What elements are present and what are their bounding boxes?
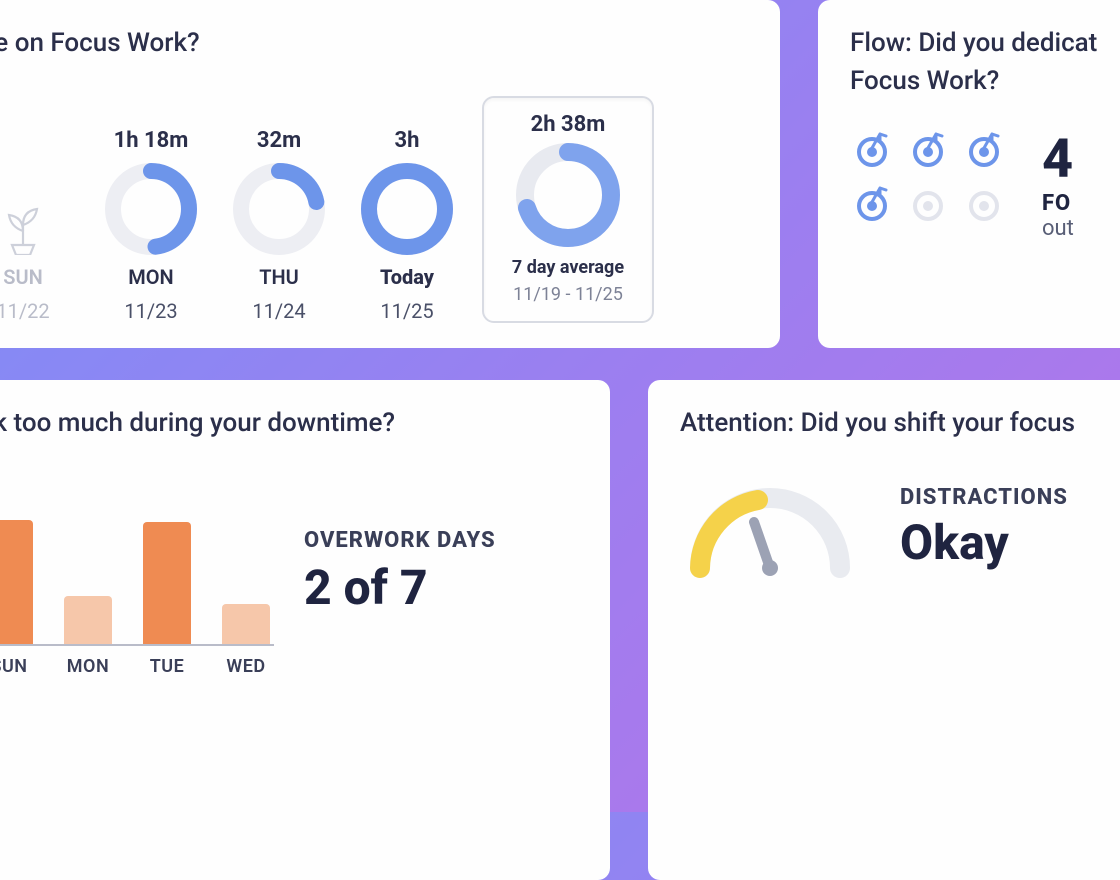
target-hit-icon <box>962 128 1006 172</box>
flow-body: 4 FO out <box>850 124 1120 241</box>
overwork-card: you work too much during your downtime? … <box>0 380 610 880</box>
focus-day-label: SUN <box>3 265 43 289</box>
focus-average-box: 2h 38m 7 day average 11/19 - 11/25 <box>482 96 654 323</box>
overwork-summary-value: 2 of 7 <box>304 559 496 616</box>
attention-card-title: Attention: Did you shift your focus <box>680 408 1120 438</box>
gauge-icon <box>680 468 860 588</box>
focus-average-value: 2h 38m <box>531 112 606 137</box>
overwork-bar <box>218 604 274 644</box>
target-hit-icon <box>906 128 950 172</box>
progress-ring-icon <box>361 163 453 255</box>
focus-day-label: Today <box>380 265 434 289</box>
flow-card-title-line2: Focus Work? <box>850 66 1120 96</box>
bar-icon <box>143 522 191 644</box>
target-hit-icon <box>850 128 894 172</box>
flow-count: 4 <box>1042 128 1074 191</box>
flow-targets-icons <box>850 128 1014 226</box>
overwork-summary-label: OVERWORK DAYS <box>304 528 496 553</box>
attention-card: Attention: Did you shift your focus DIST… <box>648 380 1120 880</box>
focus-day-value: 3h <box>395 125 420 153</box>
bar-icon <box>64 596 112 644</box>
overwork-chart: SATSUNMONTUEWED <box>0 466 274 677</box>
overwork-bar <box>0 520 37 644</box>
overwork-bar-label: WED <box>218 656 274 677</box>
attention-value: Okay <box>900 514 1068 571</box>
overwork-bar <box>60 596 116 644</box>
overwork-summary: OVERWORK DAYS 2 of 7 <box>304 528 496 616</box>
flow-label-line1: FO <box>1042 191 1074 216</box>
overwork-body: SATSUNMONTUEWED OVERWORK DAYS 2 of 7 <box>0 466 578 677</box>
focus-day-date: 11/24 <box>252 299 305 323</box>
target-hit-icon <box>850 182 894 226</box>
progress-ring-icon <box>105 163 197 255</box>
attention-text: DISTRACTIONS Okay <box>900 485 1068 571</box>
target-miss-icon <box>962 182 1006 226</box>
plant-icon <box>0 165 52 255</box>
focus-day-value: 32m <box>257 125 301 153</box>
progress-ring-icon <box>233 163 325 255</box>
focus-day-col: 32m THU 11/24 <box>226 125 332 323</box>
bar-icon <box>222 604 270 644</box>
focus-day-date: 11/25 <box>380 299 433 323</box>
focus-day-value: 1h 18m <box>114 125 189 153</box>
focus-day-col: 3h Today 11/25 <box>354 125 460 323</box>
flow-card: Flow: Did you dedicat Focus Work? 4 FO o… <box>818 0 1120 348</box>
attention-body: DISTRACTIONS Okay <box>680 468 1120 588</box>
focus-days-row: AT /21 SUN 11/221h 18m MON 11/2332m THU … <box>0 86 748 323</box>
focus-average-range: 11/19 - 11/25 <box>513 284 623 305</box>
focus-average-label: 7 day average <box>512 257 624 278</box>
focus-day-col: SUN 11/22 <box>0 127 76 323</box>
overwork-bar-label: MON <box>60 656 116 677</box>
flow-summary: 4 FO out <box>1042 128 1074 241</box>
focus-day-label: THU <box>259 265 299 289</box>
target-miss-icon <box>906 182 950 226</box>
overwork-bar-label: SUN <box>0 656 37 677</box>
bar-icon <box>0 520 33 644</box>
focus-day-col: 1h 18m MON 11/23 <box>98 125 204 323</box>
progress-ring-icon <box>516 143 620 247</box>
flow-card-title-line1: Flow: Did you dedicat <box>850 28 1120 58</box>
focus-card: d enough time on Focus Work? AT /21 SUN … <box>0 0 780 348</box>
attention-label: DISTRACTIONS <box>900 485 1068 510</box>
focus-day-date: 11/22 <box>0 299 50 323</box>
focus-day-date: 11/23 <box>124 299 177 323</box>
overwork-bar-label: TUE <box>139 656 195 677</box>
overwork-card-title: you work too much during your downtime? <box>0 408 578 438</box>
focus-day-label: MON <box>128 265 173 289</box>
focus-card-title: d enough time on Focus Work? <box>0 28 748 58</box>
flow-label-line2: out <box>1042 216 1074 241</box>
overwork-bar <box>139 522 195 644</box>
